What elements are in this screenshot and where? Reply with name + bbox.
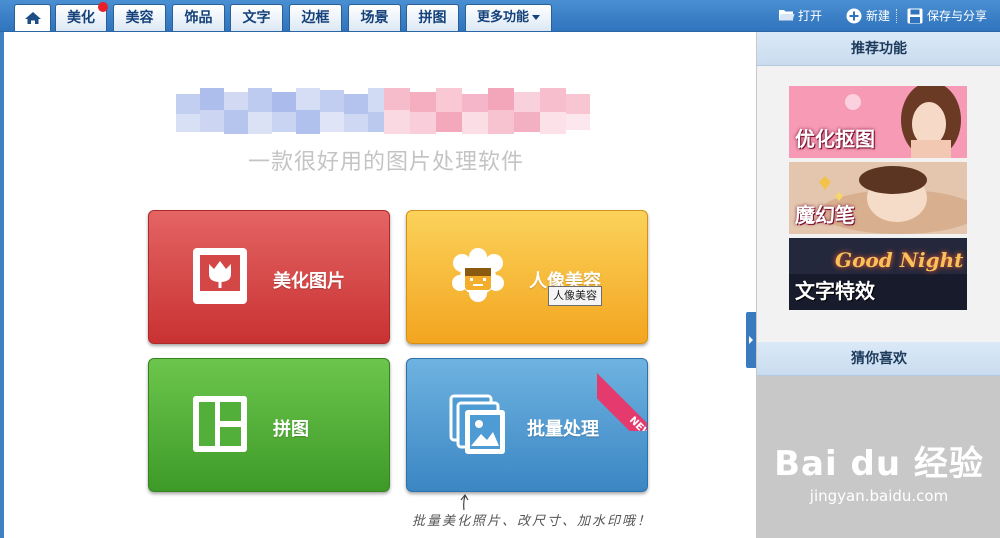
card-label: 拼图 (273, 419, 309, 440)
watermark-logo: Bai du 经验 (774, 444, 984, 484)
collage-card[interactable]: 拼图 (148, 358, 390, 492)
tab-label: 更多功能 (476, 10, 529, 25)
tooltip: 人像美容 (548, 286, 602, 306)
tab-label: 边框 (301, 10, 330, 26)
watermark-url: jingyan.baidu.com (809, 487, 949, 505)
tab-border[interactable]: 边框 (289, 4, 342, 31)
save-share-button[interactable]: 保存与分享 (907, 6, 995, 26)
top-toolbar: 美化 美容 饰品 文字 边框 场景 拼图 更多功能 打开 新建 保存与分享 (0, 0, 1000, 32)
flower-picture-icon (193, 248, 247, 304)
banner-script-text: Good Night (835, 248, 964, 272)
tab-label: 美化 (67, 10, 95, 26)
right-panel: 推荐功能 优化抠图 魔幻笔 Good Night 文字特效 猜你喜欢 Bai d… (756, 32, 1000, 538)
batch-hint-text: 批量美化照片、改尺寸、加水印哦！ (412, 514, 653, 529)
face-icon (452, 248, 504, 302)
hint-arrow-icon (460, 493, 469, 511)
portrait-beauty-card[interactable]: 人像美容 (406, 210, 648, 344)
recommend-list: 优化抠图 魔幻笔 Good Night 文字特效 (757, 66, 1000, 342)
open-label: 打开 (798, 9, 823, 23)
tab-label: 场景 (360, 10, 389, 26)
banner-label: 文字特效 (795, 279, 875, 303)
tab-collage[interactable]: 拼图 (406, 4, 459, 31)
tab-text[interactable]: 文字 (230, 4, 283, 31)
new-badge-label: NEW (597, 369, 647, 431)
tagline: 一款很好用的图片处理软件 (247, 150, 524, 175)
chevron-down-icon (532, 15, 540, 20)
batch-processing-card[interactable]: 批量处理 NEW (406, 358, 648, 492)
tab-accessories[interactable]: 饰品 (172, 4, 225, 31)
brand-logo-pixelated (176, 88, 590, 134)
save-icon (907, 8, 923, 24)
beautify-picture-card[interactable]: 美化图片 (148, 210, 390, 344)
plus-circle-icon (846, 8, 862, 24)
save-label: 保存与分享 (927, 9, 988, 23)
photo-stack-icon (449, 394, 505, 454)
tab-label: 文字 (242, 10, 271, 26)
banner-magic-pen[interactable]: 魔幻笔 (789, 162, 967, 234)
side-panel-toggle[interactable] (746, 312, 756, 368)
main-canvas: 一款很好用的图片处理软件 美化图片 人像美容 人像美容 拼图 批量处理 NEW … (0, 32, 756, 538)
toolbar-divider (896, 9, 897, 23)
open-button[interactable]: 打开 (778, 6, 828, 26)
tab-label: 饰品 (184, 10, 213, 26)
recommend-heading: 推荐功能 (757, 32, 1000, 66)
guess-list: Bai du 经验 jingyan.baidu.com (757, 376, 1000, 538)
home-tab[interactable] (14, 4, 51, 31)
home-icon (25, 12, 41, 24)
baidu-watermark: Bai du 经验 jingyan.baidu.com (757, 436, 1000, 505)
tab-beautify[interactable]: 美化 (55, 2, 108, 31)
tab-scene[interactable]: 场景 (348, 4, 401, 31)
chevron-right-icon (749, 336, 753, 344)
card-label: 美化图片 (273, 271, 345, 292)
banner-label: 魔幻笔 (795, 203, 855, 227)
notification-dot (98, 2, 108, 12)
tab-cosmetic[interactable]: 美容 (113, 4, 166, 31)
tab-more-features[interactable]: 更多功能 (465, 4, 552, 31)
collage-icon (193, 396, 247, 452)
tab-label: 拼图 (418, 10, 447, 26)
new-label: 新建 (866, 9, 891, 23)
guess-heading: 猜你喜欢 (757, 342, 1000, 376)
card-label: 批量处理 (527, 419, 599, 440)
new-badge: NEW (597, 359, 647, 431)
tab-label: 美容 (125, 10, 154, 26)
banner-label: 优化抠图 (795, 127, 875, 151)
new-button[interactable]: 新建 (846, 6, 892, 26)
banner-text-effect[interactable]: Good Night 文字特效 (789, 238, 967, 310)
folder-icon (779, 10, 795, 21)
banner-cutout[interactable]: 优化抠图 (789, 86, 967, 158)
